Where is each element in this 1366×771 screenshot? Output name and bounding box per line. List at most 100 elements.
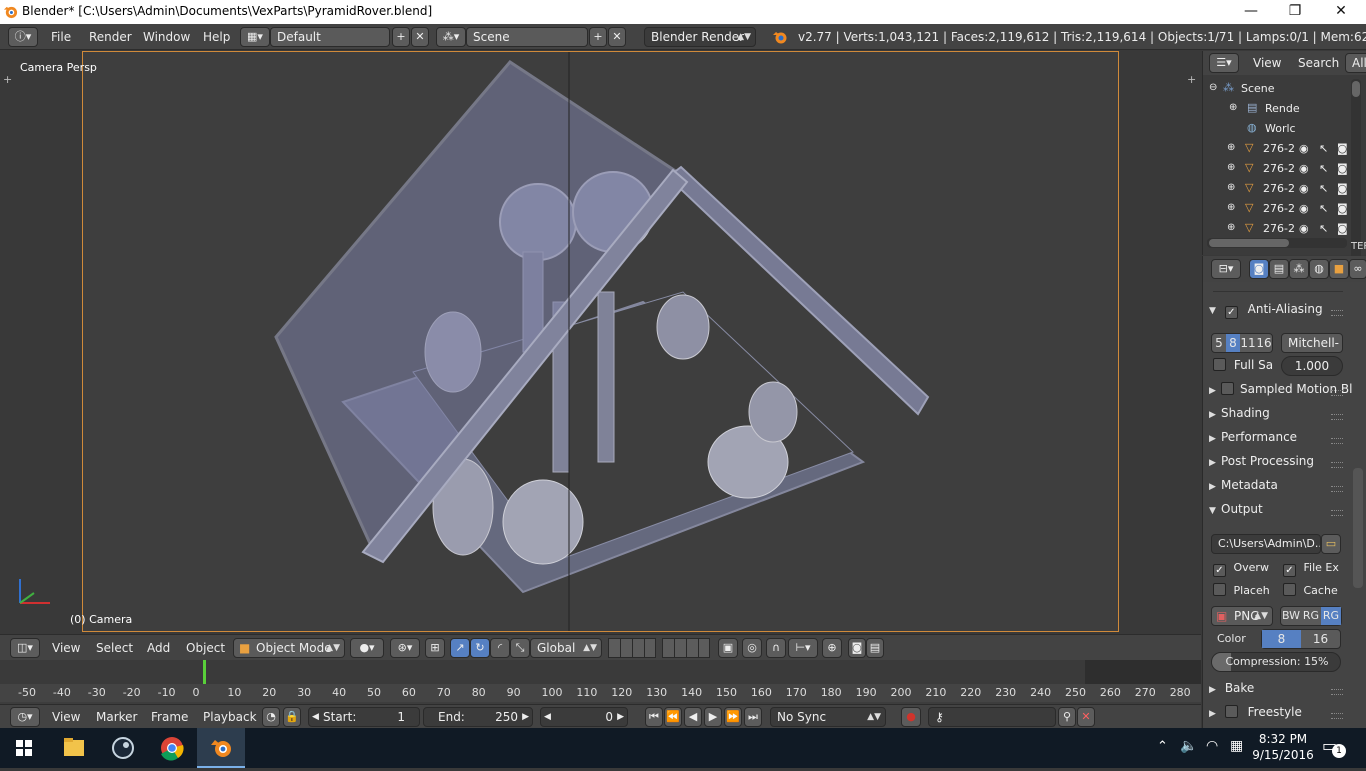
placeholders-checkbox[interactable] bbox=[1213, 583, 1226, 596]
toolshelf-toggle-icon[interactable]: + bbox=[3, 73, 12, 86]
color-depth-16[interactable]: 16 bbox=[1301, 630, 1340, 648]
scene-browse-button[interactable]: ⁂▾ bbox=[436, 27, 466, 47]
outliner[interactable]: ☰▾ View Search All ⊖ ⁂ Scene ⊕ ▤ Rende ◍ Worlc ⊕… bbox=[1202, 51, 1366, 259]
transform-orientation-dropdown[interactable]: Global ▲▼ bbox=[530, 638, 602, 658]
expand-toggle-icon[interactable]: ⊕ bbox=[1227, 202, 1235, 213]
outliner-item[interactable]: ⊕ ▤ Rende bbox=[1203, 99, 1353, 119]
property-panel-shading[interactable]: ▶ Shading bbox=[1209, 406, 1349, 428]
panel-grip-icon[interactable] bbox=[1331, 438, 1343, 444]
menu-marker[interactable]: Marker bbox=[96, 710, 137, 724]
manipulator-toggle-button[interactable]: ⊞ bbox=[425, 638, 445, 658]
menu-add[interactable]: Add bbox=[147, 641, 170, 655]
editor-type-properties-button[interactable]: ⊟▾ bbox=[1211, 259, 1241, 279]
proportional-edit-button[interactable]: ◎ bbox=[742, 638, 762, 658]
lock-range-button[interactable]: 🔒 bbox=[283, 707, 301, 727]
scene-dropdown[interactable]: Scene bbox=[466, 27, 588, 47]
display-mode-dropdown[interactable]: All bbox=[1345, 53, 1366, 73]
menu-search[interactable]: Search bbox=[1298, 56, 1339, 70]
panel-grip-icon[interactable] bbox=[1331, 310, 1343, 316]
remove-scene-button[interactable]: ✕ bbox=[608, 27, 626, 47]
expand-toggle-icon[interactable]: ⊖ bbox=[1209, 82, 1217, 93]
steam-button[interactable] bbox=[99, 728, 147, 768]
panel-grip-icon[interactable] bbox=[1331, 390, 1343, 396]
start-frame-field[interactable]: ◀ Start: 1 bbox=[308, 707, 420, 727]
world-tab[interactable]: ◍ bbox=[1309, 259, 1329, 279]
outliner-hscrollbar[interactable] bbox=[1207, 238, 1347, 248]
render-camera-icon[interactable]: ◙ bbox=[1337, 182, 1348, 195]
menu-file[interactable]: File bbox=[51, 30, 71, 44]
editor-type-info-button[interactable]: ⓘ▾ bbox=[8, 27, 38, 47]
cursor-icon[interactable]: ↖ bbox=[1319, 142, 1328, 155]
panel-grip-icon[interactable] bbox=[1331, 414, 1343, 420]
expand-toggle-icon[interactable]: ⊕ bbox=[1227, 182, 1235, 193]
menu-view[interactable]: View bbox=[52, 641, 80, 655]
property-panel-post-processing[interactable]: ▶ Post Processing bbox=[1209, 454, 1349, 476]
chrome-button[interactable] bbox=[148, 728, 196, 768]
property-panel-sampled-motion-bl[interactable]: ▶ Sampled Motion Bl bbox=[1209, 382, 1353, 404]
eye-icon[interactable]: ◉ bbox=[1299, 162, 1309, 175]
viewport-shading-button[interactable]: ●▾ bbox=[350, 638, 384, 658]
menu-render[interactable]: Render bbox=[89, 30, 132, 44]
outliner-item[interactable]: ⊕ ▽ 276-2 ◉ ↖ ◙ bbox=[1203, 159, 1353, 179]
screen-layout-dropdown[interactable]: Default bbox=[270, 27, 390, 47]
play-reverse-button[interactable]: ◀ bbox=[684, 707, 702, 727]
file-explorer-button[interactable] bbox=[50, 728, 98, 768]
menu-frame[interactable]: Frame bbox=[151, 710, 188, 724]
bake-panel[interactable]: ▶ Bake bbox=[1209, 681, 1349, 703]
scene-tab[interactable]: ⁂ bbox=[1289, 259, 1309, 279]
layers-grid-2[interactable] bbox=[662, 638, 710, 658]
start-button[interactable] bbox=[0, 728, 48, 768]
panel-grip-icon[interactable] bbox=[1331, 713, 1343, 719]
3d-viewport[interactable]: Camera Persp (0) Camera + + bbox=[0, 51, 1201, 634]
scale-button[interactable]: ⤡ bbox=[510, 638, 530, 658]
opengl-render-anim-button[interactable]: ▤ bbox=[866, 638, 884, 658]
render-camera-icon[interactable]: ◙ bbox=[1337, 202, 1348, 215]
editor-type-timeline-button[interactable]: ◷▾ bbox=[10, 707, 40, 727]
maximize-button[interactable]: ❐ bbox=[1272, 0, 1318, 24]
action-center-button[interactable]: ▭ 1 bbox=[1322, 736, 1346, 758]
anti-aliasing-panel[interactable]: ▼ ✓ Anti-Aliasing bbox=[1209, 302, 1349, 324]
add-scene-button[interactable]: + bbox=[589, 27, 607, 47]
anti-aliasing-checkbox[interactable]: ✓ bbox=[1224, 306, 1238, 319]
expand-toggle-icon[interactable]: ⊕ bbox=[1227, 162, 1235, 173]
timeline-editor[interactable]: -50 -40 -30 -20 -10 0 10 20 30 40 50 60 70 80 90 100 110… bbox=[0, 660, 1201, 704]
remove-layout-button[interactable]: ✕ bbox=[411, 27, 429, 47]
volume-icon[interactable]: 🔈 bbox=[1180, 738, 1197, 754]
panel-grip-icon[interactable] bbox=[1331, 689, 1343, 695]
aa-sample-16[interactable]: 16 bbox=[1256, 334, 1272, 352]
cursor-icon[interactable]: ↖ bbox=[1319, 162, 1328, 175]
property-panel-metadata[interactable]: ▶ Metadata bbox=[1209, 478, 1349, 500]
jump-start-button[interactable]: ⏮ bbox=[645, 707, 663, 727]
properties-scrollbar[interactable] bbox=[1353, 468, 1363, 588]
file-extensions-checkbox[interactable]: ✓ bbox=[1283, 564, 1296, 577]
constraints-tab[interactable]: ∞ bbox=[1349, 259, 1366, 279]
menu-view[interactable]: View bbox=[1253, 56, 1281, 70]
aa-filter-dropdown[interactable]: Mitchell- bbox=[1281, 333, 1343, 353]
property-panel-output[interactable]: ▼ Output bbox=[1209, 502, 1349, 524]
render-camera-icon[interactable]: ◙ bbox=[1337, 142, 1348, 155]
properties-toggle-icon[interactable]: + bbox=[1187, 73, 1196, 86]
object-tab[interactable]: ■ bbox=[1329, 259, 1349, 279]
auto-keying-button[interactable]: ● bbox=[901, 707, 921, 727]
insert-keyframe-button[interactable]: ⚲ bbox=[1058, 707, 1076, 727]
aa-filter-size-field[interactable]: 1.000 bbox=[1281, 356, 1343, 376]
output-path-field[interactable]: C:\Users\Admin\D... bbox=[1211, 534, 1321, 554]
opengl-render-button[interactable]: ◙ bbox=[848, 638, 866, 658]
expand-toggle-icon[interactable]: ⊕ bbox=[1229, 102, 1237, 113]
freestyle-checkbox[interactable] bbox=[1224, 705, 1238, 718]
network-icon[interactable]: ◠ bbox=[1206, 738, 1218, 754]
eye-icon[interactable]: ◉ bbox=[1299, 202, 1309, 215]
full-sample-checkbox[interactable] bbox=[1213, 358, 1226, 371]
panel-grip-icon[interactable] bbox=[1331, 486, 1343, 492]
compression-slider[interactable]: Compression: 15% bbox=[1211, 652, 1341, 672]
snap-element-button[interactable]: ⊢▾ bbox=[788, 638, 818, 658]
play-button[interactable]: ▶ bbox=[704, 707, 722, 727]
sync-mode-dropdown[interactable]: No Sync ▲▼ bbox=[770, 707, 886, 727]
properties-editor[interactable]: ⊟▾ ◙ ▤ ⁂ ◍ ■ ∞ ▼ ✓ Anti-Aliasing 5 8 11 … bbox=[1202, 256, 1366, 728]
cursor-icon[interactable]: ↖ bbox=[1319, 202, 1328, 215]
browse-folder-button[interactable]: ▭ bbox=[1321, 534, 1341, 554]
menu-view[interactable]: View bbox=[52, 710, 80, 724]
add-layout-button[interactable]: + bbox=[392, 27, 410, 47]
file-format-dropdown[interactable]: ▣ PNG ▲▼ bbox=[1211, 606, 1273, 626]
interaction-mode-dropdown[interactable]: ■ Object Mode ▲▼ bbox=[233, 638, 345, 658]
